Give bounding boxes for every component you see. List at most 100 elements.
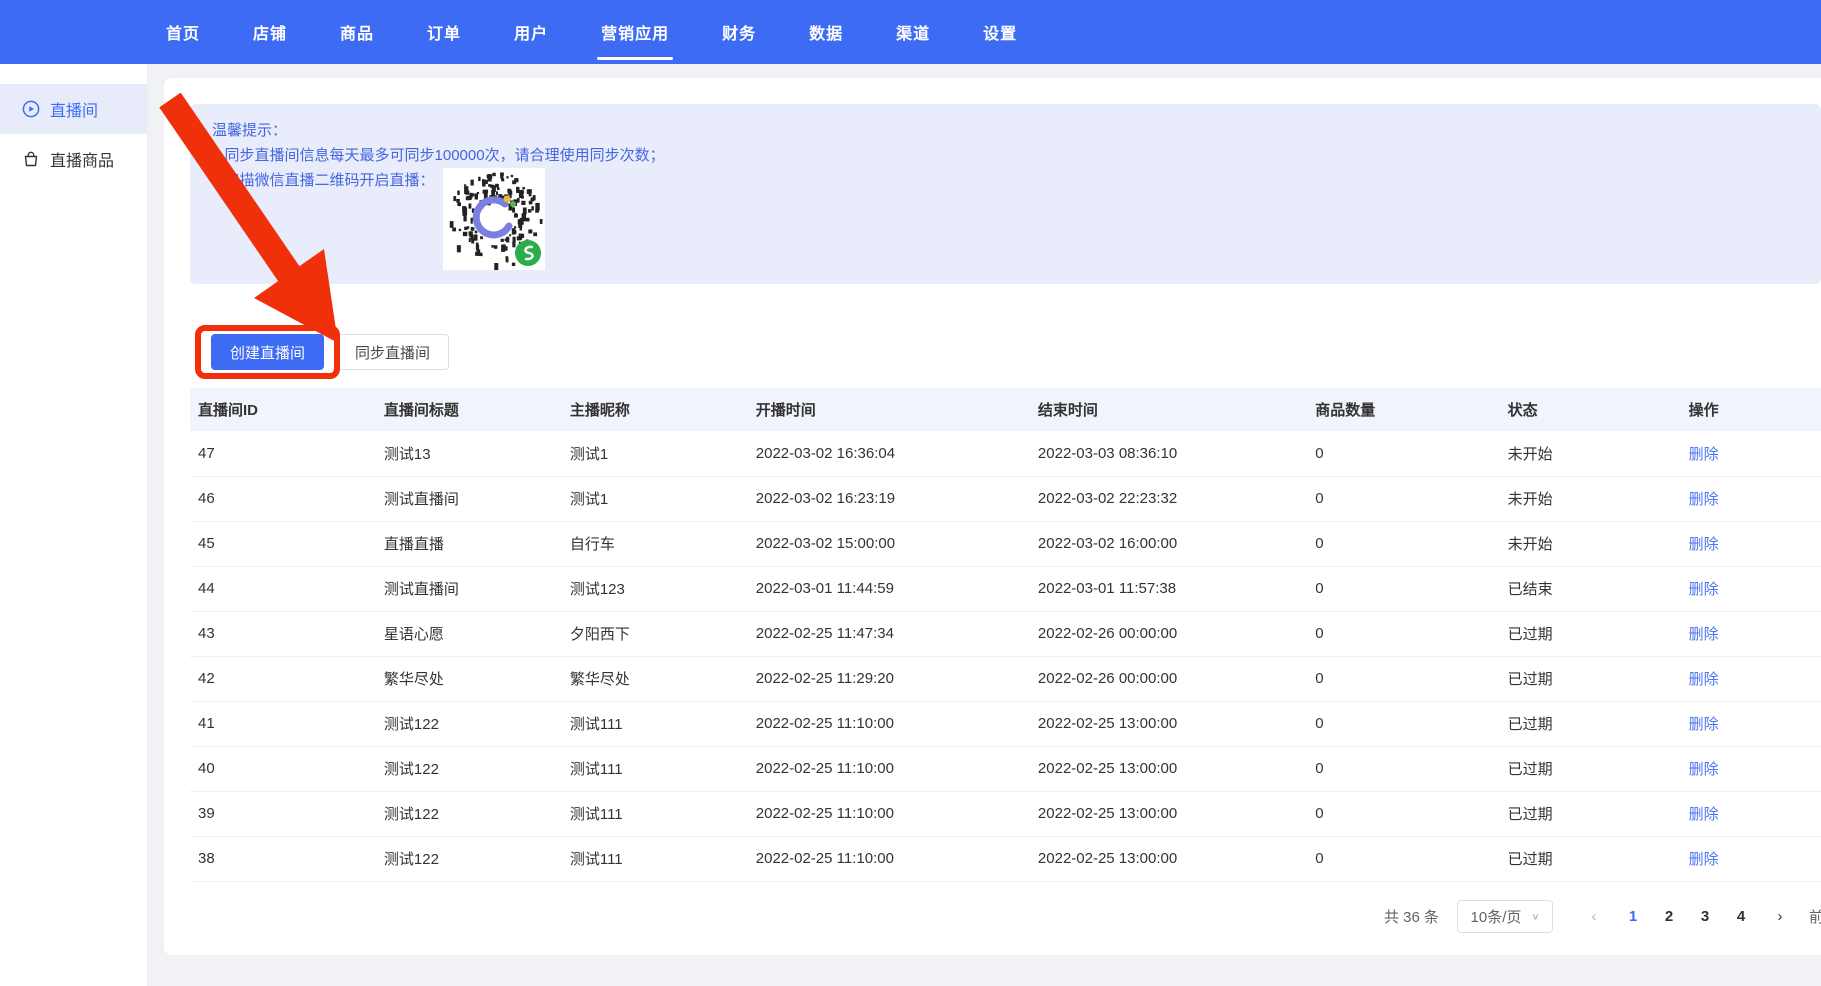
cell-goods-count: 0 [1307, 521, 1499, 566]
cell-goods-count: 0 [1307, 476, 1499, 521]
nav-label: 用户 [514, 26, 548, 43]
cell-anchor: 测试111 [562, 791, 748, 836]
cell-goods-count: 0 [1307, 656, 1499, 701]
col-header-title: 直播间标题 [376, 388, 562, 431]
create-live-room-button[interactable]: 创建直播间 [211, 334, 324, 370]
cell-start-time: 2022-02-25 11:10:00 [748, 791, 1030, 836]
cell-start-time: 2022-03-01 11:44:59 [748, 566, 1030, 611]
table-row: 46测试直播间测试12022-03-02 16:23:192022-03-02 … [190, 476, 1821, 521]
nav-item-data[interactable]: 数据 [801, 0, 851, 65]
nav-item-shop[interactable]: 店铺 [245, 0, 295, 65]
delete-link[interactable]: 删除 [1689, 806, 1719, 823]
cell-status: 已过期 [1500, 701, 1681, 746]
cell-title: 测试直播间 [376, 566, 562, 611]
cell-end-time: 2022-02-25 13:00:00 [1030, 746, 1307, 791]
delete-link[interactable]: 删除 [1689, 581, 1719, 598]
cell-status: 已过期 [1500, 656, 1681, 701]
cell-start-time: 2022-03-02 16:36:04 [748, 431, 1030, 476]
cell-room-id: 45 [190, 521, 376, 566]
cell-anchor: 夕阳西下 [562, 611, 748, 656]
cell-end-time: 2022-02-25 13:00:00 [1030, 836, 1307, 881]
table-header-row: 直播间ID 直播间标题 主播昵称 开播时间 结束时间 商品数量 状态 操作 [190, 388, 1821, 431]
chevron-down-icon: ∨ [1531, 911, 1539, 921]
cell-room-id: 38 [190, 836, 376, 881]
page: 首页 店铺 商品 订单 用户 营销应用 财务 数据 渠道 设置 直播间 直播商品 [0, 0, 1821, 986]
cell-room-id: 44 [190, 566, 376, 611]
cell-anchor: 自行车 [562, 521, 748, 566]
cell-goods-count: 0 [1307, 836, 1499, 881]
page-number-4[interactable]: 4 [1726, 908, 1756, 925]
col-header-room-id: 直播间ID [190, 388, 376, 431]
active-underline [597, 57, 673, 60]
col-header-anchor: 主播昵称 [562, 388, 748, 431]
delete-link[interactable]: 删除 [1689, 761, 1719, 778]
sidebar-item-live-goods[interactable]: 直播商品 [0, 134, 147, 184]
sidebar-item-label: 直播商品 [50, 147, 114, 171]
table-row: 38测试122测试1112022-02-25 11:10:002022-02-2… [190, 836, 1821, 881]
nav-item-home[interactable]: 首页 [158, 0, 208, 65]
nav-item-settings[interactable]: 设置 [975, 0, 1025, 65]
cell-action: 删除 [1681, 746, 1821, 791]
page-number-1[interactable]: 1 [1618, 908, 1648, 925]
delete-link[interactable]: 删除 [1689, 536, 1719, 553]
notice-line-1: 1.同步直播间信息每天最多可同步100000次，请合理使用同步次数； [212, 143, 1799, 168]
nav-item-marketing-apps[interactable]: 营销应用 [593, 0, 677, 65]
col-header-goods-count: 商品数量 [1307, 388, 1499, 431]
cell-anchor: 测试111 [562, 701, 748, 746]
col-header-status: 状态 [1500, 388, 1681, 431]
cell-start-time: 2022-03-02 16:23:19 [748, 476, 1030, 521]
cell-status: 未开始 [1500, 521, 1681, 566]
sync-live-room-button[interactable]: 同步直播间 [336, 334, 449, 370]
cell-room-id: 42 [190, 656, 376, 701]
cell-anchor: 测试123 [562, 566, 748, 611]
page-number-2[interactable]: 2 [1654, 908, 1684, 925]
nav-item-channels[interactable]: 渠道 [888, 0, 938, 65]
delete-link[interactable]: 删除 [1689, 446, 1719, 463]
nav-item-orders[interactable]: 订单 [419, 0, 469, 65]
nav-item-users[interactable]: 用户 [506, 0, 556, 65]
nav-label: 商品 [340, 26, 374, 43]
cell-start-time: 2022-03-02 15:00:00 [748, 521, 1030, 566]
cell-action: 删除 [1681, 701, 1821, 746]
nav-label: 订单 [427, 26, 461, 43]
cell-title: 测试122 [376, 836, 562, 881]
sidebar-item-label: 直播间 [50, 97, 98, 121]
table-row: 43星语心愿夕阳西下2022-02-25 11:47:342022-02-26 … [190, 611, 1821, 656]
cell-anchor: 测试1 [562, 431, 748, 476]
delete-link[interactable]: 删除 [1689, 851, 1719, 868]
cell-goods-count: 0 [1307, 791, 1499, 836]
nav-label: 店铺 [253, 26, 287, 43]
delete-link[interactable]: 删除 [1689, 626, 1719, 643]
nav-item-finance[interactable]: 财务 [714, 0, 764, 65]
prev-page-button[interactable]: ‹ [1579, 908, 1609, 925]
table-row: 44测试直播间测试1232022-03-01 11:44:592022-03-0… [190, 566, 1821, 611]
notice-panel: 温馨提示： 1.同步直播间信息每天最多可同步100000次，请合理使用同步次数；… [190, 104, 1821, 284]
cell-end-time: 2022-02-25 13:00:00 [1030, 701, 1307, 746]
sidebar-item-live-room[interactable]: 直播间 [0, 84, 147, 134]
page-size-value: 10条/页 [1471, 906, 1522, 927]
next-page-button[interactable]: › [1765, 908, 1795, 925]
pagination: 共 36 条 10条/页 ∨ ‹ 1 2 3 4 › 前 [190, 900, 1821, 933]
col-header-actions: 操作 [1681, 388, 1821, 431]
cell-title: 直播直播 [376, 521, 562, 566]
cell-goods-count: 0 [1307, 566, 1499, 611]
delete-link[interactable]: 删除 [1689, 716, 1719, 733]
cell-status: 已过期 [1500, 791, 1681, 836]
sidebar: 直播间 直播商品 [0, 64, 148, 986]
cell-action: 删除 [1681, 611, 1821, 656]
cell-end-time: 2022-03-01 11:57:38 [1030, 566, 1307, 611]
delete-link[interactable]: 删除 [1689, 491, 1719, 508]
nav-label: 数据 [809, 26, 843, 43]
main-area: 温馨提示： 1.同步直播间信息每天最多可同步100000次，请合理使用同步次数；… [148, 64, 1821, 986]
cell-action: 删除 [1681, 656, 1821, 701]
cell-anchor: 测试111 [562, 746, 748, 791]
cell-end-time: 2022-03-03 08:36:10 [1030, 431, 1307, 476]
cell-status: 未开始 [1500, 431, 1681, 476]
delete-link[interactable]: 删除 [1689, 671, 1719, 688]
cell-end-time: 2022-02-26 00:00:00 [1030, 611, 1307, 656]
cell-goods-count: 0 [1307, 611, 1499, 656]
nav-label: 首页 [166, 26, 200, 43]
page-size-select[interactable]: 10条/页 ∨ [1457, 900, 1553, 933]
page-number-3[interactable]: 3 [1690, 908, 1720, 925]
nav-item-goods[interactable]: 商品 [332, 0, 382, 65]
